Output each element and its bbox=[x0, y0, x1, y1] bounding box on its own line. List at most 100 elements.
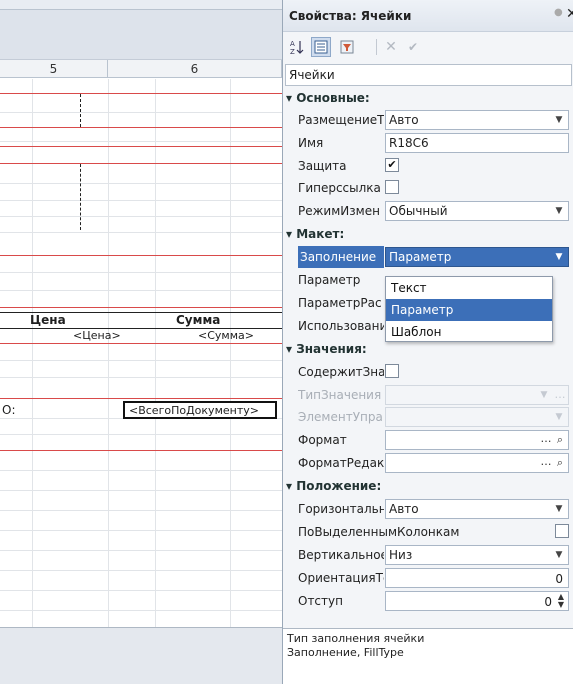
prop-label: Гиперссылка bbox=[298, 181, 381, 195]
dropdown-arrow-icon: ▼ bbox=[540, 390, 548, 400]
dropdown-arrow-icon[interactable]: ▼ bbox=[551, 501, 567, 517]
property-grid: ▾ Основные: РазмещениеТ Авто ▼ Имя R18C6 … bbox=[283, 88, 573, 620]
object-selector[interactable]: Ячейки bbox=[285, 64, 572, 86]
panel-titlebar: Свойства: Ячейки ● ✕ bbox=[283, 0, 573, 32]
prop-placement[interactable]: РазмещениеТ Авто ▼ bbox=[283, 109, 573, 131]
grid-vline bbox=[230, 79, 231, 627]
prop-label: ФорматРедак bbox=[298, 456, 384, 470]
placement-select[interactable]: Авто ▼ bbox=[385, 110, 569, 130]
dropdown-arrow-icon[interactable]: ▼ bbox=[551, 203, 567, 219]
prop-format[interactable]: Формат … ⌕ bbox=[283, 429, 573, 451]
close-icon[interactable]: ✕ bbox=[566, 6, 573, 22]
dropdown-arrow-icon[interactable]: ▼ bbox=[551, 112, 567, 128]
categories-icon[interactable] bbox=[311, 37, 331, 57]
column-header-6[interactable]: 6 bbox=[108, 60, 282, 78]
filter-icon[interactable] bbox=[337, 37, 357, 57]
prop-label: ПараметрРас bbox=[298, 296, 382, 310]
horizontal-select[interactable]: Авто ▼ bbox=[385, 499, 569, 519]
grid-hline bbox=[0, 360, 282, 361]
sort-az-icon[interactable]: AZ bbox=[287, 37, 307, 57]
property-description: Тип заполнения ячейки Заполнение, FillTy… bbox=[283, 628, 573, 684]
format-input[interactable]: … ⌕ bbox=[385, 430, 569, 450]
grid-hline bbox=[0, 550, 282, 551]
fill-select[interactable]: Параметр ▼ bbox=[385, 247, 569, 267]
prop-name[interactable]: Имя R18C6 bbox=[283, 132, 573, 154]
orientation-input[interactable]: 0 bbox=[385, 568, 569, 588]
prop-protect[interactable]: Защита ✔ bbox=[283, 155, 573, 177]
vertical-select[interactable]: Низ ▼ bbox=[385, 545, 569, 565]
prop-editmode[interactable]: РежимИзмен Обычный ▼ bbox=[283, 200, 573, 222]
magnifier-icon[interactable]: ⌕ bbox=[553, 432, 567, 448]
svg-text:Z: Z bbox=[290, 48, 295, 55]
prop-containsvalue[interactable]: СодержитЗна bbox=[283, 361, 573, 383]
prop-indent[interactable]: Отступ 0 ▲ ▼ bbox=[283, 590, 573, 612]
grid-hline bbox=[0, 290, 282, 291]
prop-label: Формат bbox=[298, 433, 347, 447]
grid-hline bbox=[0, 434, 282, 435]
dropdown-arrow-icon[interactable]: ▼ bbox=[551, 249, 567, 265]
prop-label: Имя bbox=[298, 136, 324, 150]
hyperlink-checkbox[interactable] bbox=[385, 180, 399, 194]
column-header-5[interactable]: 5 bbox=[0, 60, 108, 78]
option-parameter[interactable]: Параметр bbox=[386, 299, 552, 321]
prop-byselected[interactable]: ПоВыделеннымКолонкам bbox=[283, 521, 573, 543]
panel-title: Свойства: Ячейки bbox=[289, 9, 412, 23]
ellipsis-icon[interactable]: … bbox=[539, 455, 553, 471]
section-position[interactable]: ▾ Положение: bbox=[283, 476, 573, 498]
sheet-toolbar-area bbox=[0, 10, 282, 60]
grid-hline bbox=[0, 200, 282, 201]
indent-input[interactable]: 0 ▲ ▼ bbox=[385, 591, 569, 611]
grid-hline bbox=[0, 216, 282, 217]
grid-hline-red bbox=[0, 398, 282, 399]
selected-cell[interactable]: <ВсегоПоДокументу> bbox=[123, 401, 277, 419]
description-line-1: Тип заполнения ячейки bbox=[287, 632, 425, 645]
containsvalue-checkbox[interactable] bbox=[385, 364, 399, 378]
prop-label: Защита bbox=[298, 159, 347, 173]
editmode-select[interactable]: Обычный ▼ bbox=[385, 201, 569, 221]
sheet-bottom-bar bbox=[0, 627, 282, 684]
clear-icon[interactable]: ✕ bbox=[381, 37, 401, 57]
spinner-icon[interactable]: ▲ ▼ bbox=[555, 593, 567, 609]
header-price: Цена bbox=[30, 313, 66, 327]
section-basic[interactable]: ▾ Основные: bbox=[283, 88, 573, 110]
control-select: ▼ bbox=[385, 407, 569, 427]
grid-hline bbox=[0, 232, 282, 233]
prop-orientation[interactable]: ОриентацияТе 0 bbox=[283, 567, 573, 589]
protect-checkbox[interactable]: ✔ bbox=[385, 158, 399, 172]
grid-hline bbox=[0, 590, 282, 591]
prop-label: ОриентацияТе bbox=[298, 571, 384, 585]
grid-hline-red bbox=[0, 93, 282, 94]
prop-label: Использовани bbox=[298, 319, 384, 333]
prop-editformat[interactable]: ФорматРедак … ⌕ bbox=[283, 452, 573, 474]
total-label: О: bbox=[2, 403, 16, 417]
prop-horizontal[interactable]: Горизонтальн Авто ▼ bbox=[283, 498, 573, 520]
prop-vertical[interactable]: Вертикальное Низ ▼ bbox=[283, 544, 573, 566]
section-basic-title: ▾ Основные: bbox=[286, 91, 370, 105]
prop-label: Вертикальное bbox=[298, 548, 384, 562]
name-input[interactable]: R18C6 bbox=[385, 133, 569, 153]
magnifier-icon[interactable]: ⌕ bbox=[553, 455, 567, 471]
section-layout[interactable]: ▾ Макет: bbox=[283, 224, 573, 246]
grid-hline-red bbox=[0, 146, 282, 147]
pin-icon[interactable]: ● bbox=[554, 7, 563, 18]
properties-panel: Свойства: Ячейки ● ✕ AZ ✕ ✔ Ячейки ▾ Осн… bbox=[282, 0, 573, 684]
byselected-checkbox[interactable] bbox=[555, 524, 569, 538]
dropdown-arrow-icon[interactable]: ▼ bbox=[551, 547, 567, 563]
prop-label: ТипЗначения bbox=[298, 388, 382, 402]
ellipsis-icon[interactable]: … bbox=[539, 432, 553, 448]
grid-hline bbox=[0, 112, 282, 113]
option-text[interactable]: Текст bbox=[386, 277, 552, 299]
confirm-icon[interactable]: ✔ bbox=[403, 37, 423, 57]
prop-fill[interactable]: Заполнение Параметр ▼ bbox=[283, 246, 573, 268]
option-template[interactable]: Шаблон bbox=[386, 321, 552, 343]
prop-label: ЭлементУпра bbox=[298, 410, 383, 424]
param-sum[interactable]: <Сумма> bbox=[198, 329, 254, 342]
param-price[interactable]: <Цена> bbox=[73, 329, 121, 342]
prop-label: Отступ bbox=[298, 594, 343, 608]
spreadsheet-area[interactable]: 5 6 Цена Сумма <Цена> <Сумма> О: <ВсегоП… bbox=[0, 0, 282, 684]
editformat-input[interactable]: … ⌕ bbox=[385, 453, 569, 473]
section-layout-title: ▾ Макет: bbox=[286, 227, 345, 241]
section-position-title: ▾ Положение: bbox=[286, 479, 382, 493]
prop-label: Параметр bbox=[298, 273, 361, 287]
prop-hyperlink[interactable]: Гиперссылка bbox=[283, 177, 573, 199]
